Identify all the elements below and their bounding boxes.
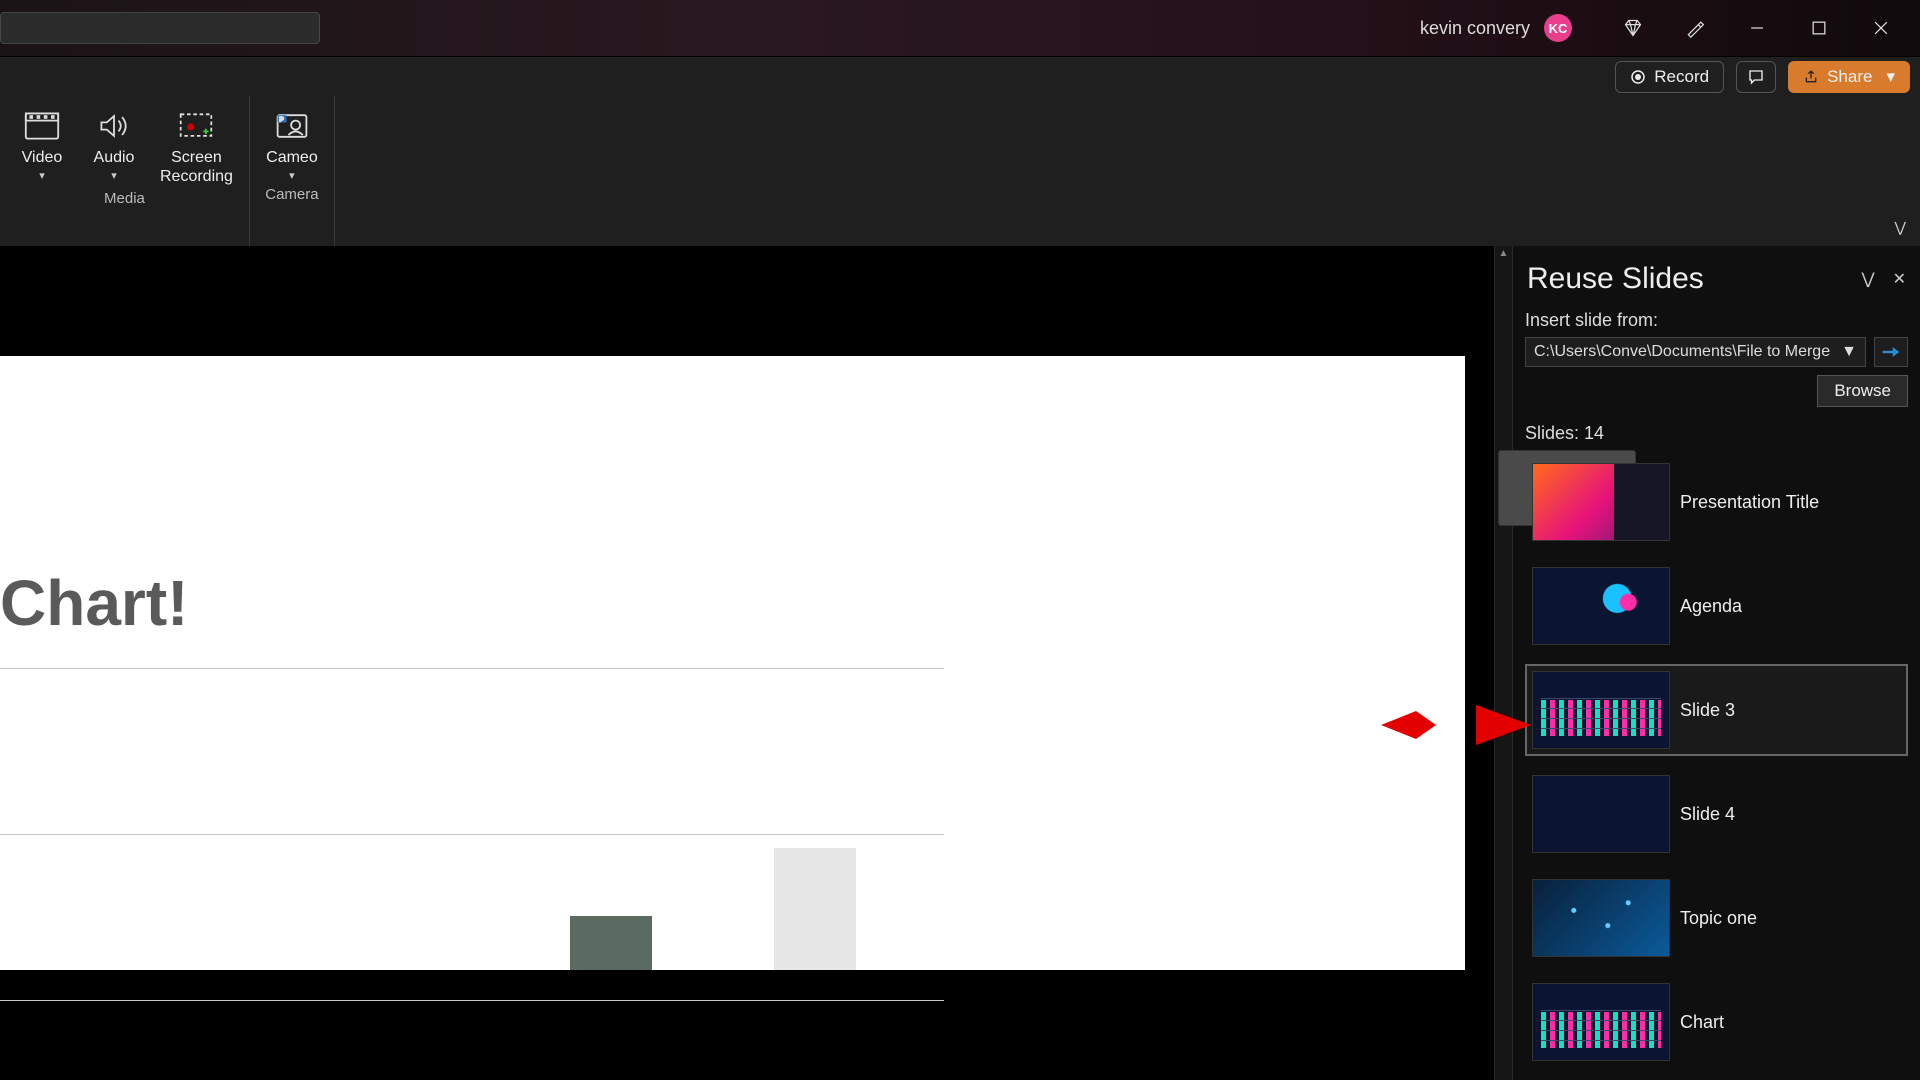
audio-icon	[94, 106, 134, 146]
share-label: Share	[1827, 67, 1872, 87]
chevron-down-icon: ▾	[39, 169, 45, 182]
slide-title[interactable]: Chart!	[0, 566, 188, 640]
reuse-slide-item[interactable]: Topic one	[1525, 872, 1908, 964]
gridline	[0, 1000, 944, 1001]
pane-title: Reuse Slides	[1527, 262, 1704, 296]
slide-thumbnail	[1532, 775, 1670, 853]
maximize-icon[interactable]	[1792, 8, 1846, 48]
reuse-slides-pane: Reuse Slides ⋁ ✕ Insert slide from: C:\U…	[1512, 246, 1920, 1080]
video-button[interactable]: Video ▾	[6, 102, 78, 186]
chevron-down-icon: ▾	[111, 169, 117, 182]
source-path-dropdown[interactable]: C:\Users\Conve\Documents\File to Merge ▼	[1525, 337, 1866, 367]
reuse-slide-item[interactable]: Agenda	[1525, 560, 1908, 652]
record-button[interactable]: Record	[1615, 61, 1724, 93]
screen-recording-icon	[176, 106, 216, 146]
account-name[interactable]: kevin convery	[1420, 18, 1530, 39]
source-path-text: C:\Users\Conve\Documents\File to Merge	[1534, 343, 1830, 361]
slide-thumbnail	[1532, 671, 1670, 749]
insert-from-label: Insert slide from:	[1525, 310, 1908, 331]
video-label: Video	[22, 148, 63, 167]
screen-recording-label: Screen Recording	[160, 148, 233, 186]
close-pane-icon[interactable]: ✕	[1893, 269, 1906, 289]
slide-title-label: Slide 4	[1680, 804, 1735, 825]
slide-editor[interactable]: Chart!	[0, 246, 1494, 1080]
slide-canvas[interactable]: Chart!	[0, 356, 1465, 970]
reuse-slide-item[interactable]: Presentation Title	[1525, 456, 1908, 548]
video-icon	[22, 106, 62, 146]
record-label: Record	[1654, 67, 1709, 87]
go-button[interactable]	[1874, 337, 1908, 367]
slide-title-label: Slide 3	[1680, 700, 1735, 721]
work-area: Chart! ▲ Reuse Slides ⋁ ✕ Insert slide f…	[0, 246, 1920, 1080]
audio-button[interactable]: Audio ▾	[78, 102, 150, 186]
group-label-media: Media	[104, 186, 145, 213]
chevron-down-icon: ▾	[1886, 67, 1895, 87]
slide-title-label: Agenda	[1680, 596, 1742, 617]
slide-thumbnail	[1532, 983, 1670, 1061]
close-icon[interactable]	[1854, 8, 1908, 48]
quick-actions-bar: Record Share ▾	[0, 56, 1920, 96]
slide-thumbnail	[1532, 463, 1670, 541]
avatar[interactable]: KC	[1544, 14, 1572, 42]
reuse-slide-item[interactable]: Slide 4	[1525, 768, 1908, 860]
slide-title-label: Chart	[1680, 1012, 1724, 1033]
draw-icon[interactable]	[1668, 8, 1722, 48]
divider	[0, 668, 944, 669]
group-label-camera: Camera	[265, 182, 318, 209]
slide-thumbnail	[1532, 879, 1670, 957]
cameo-button[interactable]: P Cameo ▾	[256, 102, 328, 182]
slide-title-label: Presentation Title	[1680, 492, 1819, 513]
reuse-slide-item[interactable]: Slide 3	[1525, 664, 1908, 756]
ribbon-group-camera: P Cameo ▾ Camera	[250, 96, 335, 246]
share-button[interactable]: Share ▾	[1788, 61, 1910, 93]
pane-menu-icon[interactable]: ⋁	[1861, 269, 1874, 289]
slide-list: Presentation Title Agenda Slide 3 Slide …	[1525, 456, 1908, 1080]
gridline	[0, 834, 944, 835]
svg-text:P: P	[279, 117, 283, 124]
chart-bar	[570, 916, 652, 970]
search-input[interactable]	[0, 12, 320, 44]
scroll-up-icon[interactable]: ▲	[1495, 248, 1512, 259]
ribbon-group-media: Video ▾ Audio ▾ Screen Recording Media	[0, 96, 250, 246]
screen-recording-button[interactable]: Screen Recording	[150, 102, 243, 186]
slide-thumbnail	[1532, 567, 1670, 645]
chart-bar	[774, 848, 856, 970]
browse-button[interactable]: Browse	[1817, 375, 1908, 407]
cameo-icon: P	[272, 106, 312, 146]
diamond-icon[interactable]	[1606, 8, 1660, 48]
ribbon: Video ▾ Audio ▾ Screen Recording Media	[0, 96, 1920, 246]
collapse-ribbon-icon[interactable]: ⋁	[1895, 219, 1906, 236]
chevron-down-icon: ▼	[1841, 343, 1857, 361]
minimize-icon[interactable]	[1730, 8, 1784, 48]
chevron-down-icon: ▾	[289, 169, 295, 182]
audio-label: Audio	[94, 148, 135, 167]
slides-count: Slides: 14	[1525, 423, 1908, 444]
vertical-scrollbar[interactable]: ▲	[1494, 246, 1512, 1080]
comments-button[interactable]	[1736, 61, 1776, 93]
reuse-slide-item[interactable]: Chart	[1525, 976, 1908, 1068]
slide-title-label: Topic one	[1680, 908, 1757, 929]
titlebar: kevin convery KC	[0, 0, 1920, 56]
cameo-label: Cameo	[266, 148, 318, 167]
